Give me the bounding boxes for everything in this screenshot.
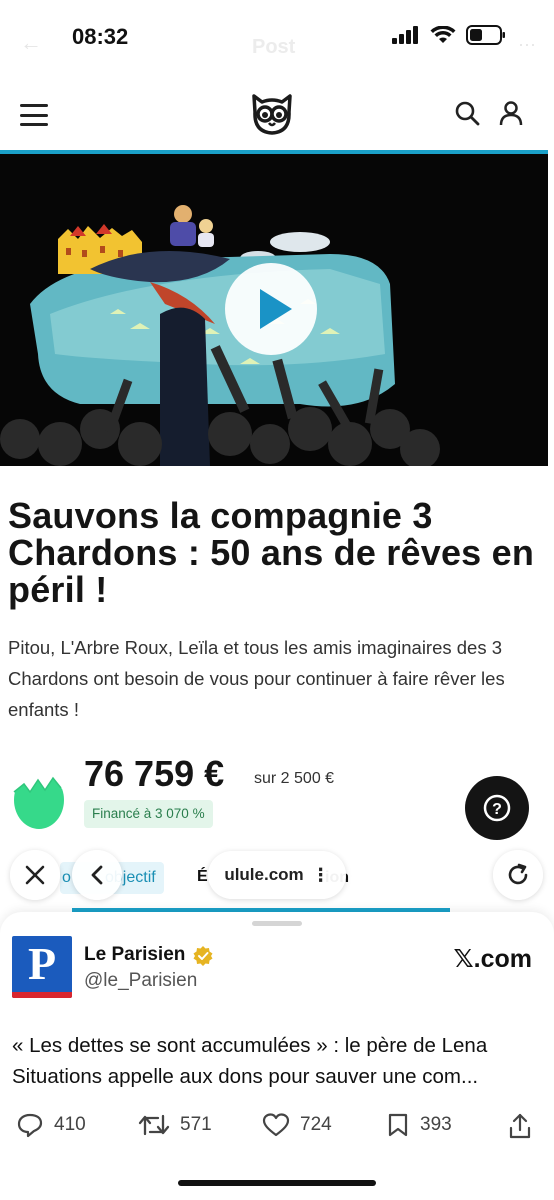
egg-icon (13, 766, 64, 829)
owl-logo-icon[interactable] (250, 92, 294, 136)
close-icon (25, 865, 45, 885)
tweet-card[interactable]: P Le Parisien @le_Parisien 𝕏.com « Les d… (0, 912, 554, 1200)
retweet-count: 571 (180, 1114, 212, 1135)
avatar-letter: P (27, 938, 57, 989)
reply-icon (17, 1113, 43, 1138)
svg-text:?: ? (492, 801, 502, 818)
project-video[interactable] (0, 154, 548, 466)
search-icon[interactable] (454, 100, 480, 126)
tab-second[interactable]: É (197, 868, 208, 886)
reply-count: 410 (54, 1114, 86, 1135)
source-label[interactable]: 𝕏.com (454, 944, 533, 974)
video-thumbnail-image (0, 154, 548, 466)
wifi-icon (430, 25, 456, 43)
like-action[interactable]: 724 (262, 1112, 332, 1138)
share-action[interactable] (508, 1112, 532, 1140)
signal-icon (392, 26, 418, 44)
reply-action[interactable]: 410 (16, 1112, 86, 1138)
funded-badge: Financé à 3 070 % (84, 800, 213, 828)
account-name[interactable]: Le Parisien (84, 944, 185, 966)
tab-objective-prefix: o (62, 869, 71, 886)
user-icon[interactable] (498, 100, 524, 126)
home-indicator[interactable] (178, 1180, 376, 1186)
bookmark-icon (388, 1113, 408, 1137)
retweet-action[interactable]: 571 (138, 1112, 212, 1138)
account-handle[interactable]: @le_Parisien (84, 970, 197, 992)
status-icons (392, 25, 506, 45)
verified-badge-icon (193, 946, 213, 966)
avatar[interactable]: P (12, 936, 72, 998)
funding-goal: sur 2 500 € (254, 770, 335, 787)
reload-button[interactable] (493, 850, 543, 900)
heart-icon (262, 1113, 290, 1137)
ghost-more-icon: ··· (518, 34, 536, 54)
site-header (0, 84, 554, 150)
share-icon (509, 1113, 531, 1139)
back-button[interactable] (72, 850, 122, 900)
tweet-text[interactable]: « Les dettes se sont accumulées » : le p… (12, 1030, 544, 1092)
url-bar[interactable]: ulule.com ⋮ (208, 851, 346, 899)
help-icon: ? (483, 794, 511, 822)
sheet-grabber[interactable] (252, 921, 302, 926)
close-button[interactable] (10, 850, 60, 900)
status-bar: ← 08:32 Post ··· (0, 0, 554, 70)
bookmark-action[interactable]: 393 (386, 1112, 452, 1138)
like-count: 724 (300, 1114, 332, 1135)
project-title: Sauvons la compagnie 3 Chardons : 50 ans… (8, 495, 535, 610)
url-text: ulule.com (224, 865, 304, 884)
battery-icon (466, 25, 505, 45)
status-time: 08:32 (72, 24, 129, 49)
retweet-icon (138, 1114, 170, 1136)
header-icons (454, 100, 524, 126)
amount-raised: 76 759 € (84, 753, 225, 794)
bookmark-count: 393 (420, 1114, 452, 1135)
menu-icon[interactable] (20, 104, 48, 126)
help-button[interactable]: ? (465, 776, 529, 840)
ghost-title: Post (252, 36, 296, 58)
more-options-icon[interactable]: ⋮ (312, 865, 330, 886)
project-description: Pitou, L'Arbre Roux, Leïla et tous les a… (8, 637, 505, 720)
chevron-left-icon (91, 865, 103, 885)
reload-icon (508, 863, 528, 885)
avatar-stripe (12, 992, 72, 998)
ghost-back-arrow-icon: ← (20, 30, 42, 55)
